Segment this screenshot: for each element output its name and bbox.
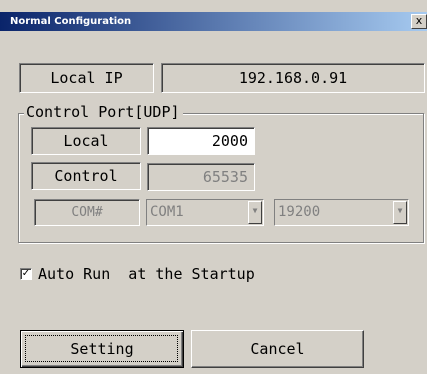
local-port-input[interactable]: 2000 (147, 127, 255, 155)
close-icon: x (415, 14, 423, 27)
close-button[interactable]: x (411, 14, 427, 29)
baud-rate-select[interactable]: 19200 ▼ (274, 199, 409, 226)
setting-button[interactable]: Setting (20, 330, 184, 368)
window-title: Normal Configuration (10, 16, 132, 27)
local-ip-value: 192.168.0.91 (161, 63, 425, 93)
auto-run-checkbox[interactable]: ✓ (20, 268, 32, 280)
control-port-group-title: Control Port[UDP] (24, 103, 183, 122)
cancel-button-label: Cancel (250, 340, 305, 358)
com-port-label: COM# (34, 199, 140, 226)
auto-run-label[interactable]: Auto Run at the Startup (38, 264, 255, 284)
local-port-label: Local (31, 127, 141, 155)
check-icon: ✓ (21, 268, 31, 279)
cancel-button[interactable]: Cancel (191, 330, 364, 368)
baud-rate-selected-value: 19200 (278, 204, 321, 220)
control-port-input[interactable]: 65535 (147, 163, 255, 191)
com-port-selected-value: COM1 (150, 204, 184, 220)
chevron-down-icon[interactable]: ▼ (248, 201, 262, 224)
com-port-select[interactable]: COM1 ▼ (146, 199, 264, 226)
local-ip-label: Local IP (19, 63, 154, 93)
control-port-label: Control (31, 162, 141, 190)
chevron-down-icon[interactable]: ▼ (393, 201, 407, 224)
focus-ring (25, 335, 178, 362)
